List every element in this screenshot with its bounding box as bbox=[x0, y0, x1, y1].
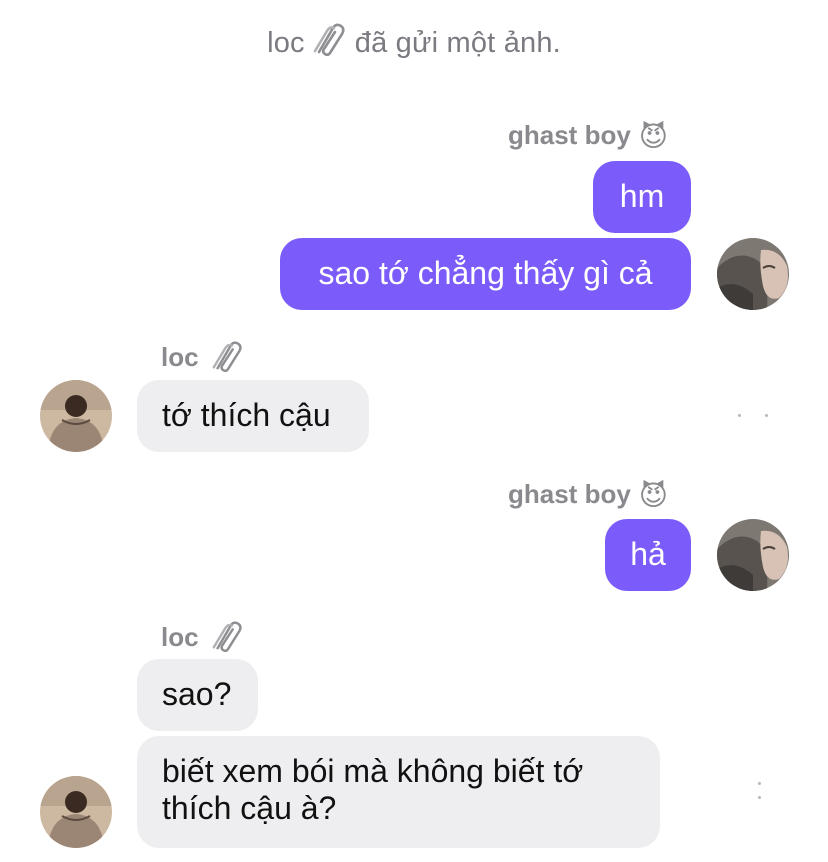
avatar-loc[interactable] bbox=[40, 380, 112, 452]
message-line: thích cậu à? bbox=[162, 790, 337, 826]
devil-emoji-icon: 😈 bbox=[638, 121, 668, 152]
outgoing-message-bubble[interactable]: hm bbox=[593, 161, 691, 233]
outgoing-message-bubble[interactable]: hả bbox=[605, 519, 691, 591]
paperclip-icon bbox=[210, 340, 244, 379]
avatar-loc[interactable] bbox=[40, 776, 112, 848]
sender-label: loc bbox=[161, 342, 199, 372]
sender-name: ghast boy 😈 bbox=[508, 479, 668, 512]
avatar-ghast-boy[interactable] bbox=[717, 519, 789, 591]
system-message: loc đã gửi một ảnh. bbox=[0, 22, 828, 64]
message-line: biết xem bói mà không biết tớ bbox=[162, 753, 584, 789]
paperclip-icon bbox=[210, 620, 244, 659]
sender-label: ghast boy bbox=[508, 479, 631, 509]
devil-emoji-icon: 😈 bbox=[638, 480, 668, 511]
sender-name: ghast boy 😈 bbox=[508, 120, 668, 153]
outgoing-message-bubble[interactable]: sao tớ chẳng thấy gì cả bbox=[280, 238, 691, 310]
sender-label: ghast boy bbox=[508, 120, 631, 150]
sender-label: loc bbox=[161, 622, 199, 652]
system-message-name: loc bbox=[267, 27, 305, 59]
avatar-ghast-boy[interactable] bbox=[717, 238, 789, 310]
background-speck bbox=[765, 414, 768, 417]
incoming-message-bubble[interactable]: sao? bbox=[137, 659, 258, 731]
incoming-message-bubble[interactable]: tớ thích cậu bbox=[137, 380, 369, 452]
background-speck bbox=[738, 414, 741, 417]
background-speck bbox=[758, 796, 761, 799]
paperclip-icon bbox=[311, 22, 347, 64]
incoming-message-bubble[interactable]: biết xem bói mà không biết tớ thích cậu … bbox=[137, 736, 660, 848]
system-message-text: đã gửi một ảnh. bbox=[354, 27, 561, 59]
background-speck bbox=[758, 782, 761, 785]
sender-name: loc bbox=[161, 620, 244, 659]
sender-name: loc bbox=[161, 340, 244, 379]
